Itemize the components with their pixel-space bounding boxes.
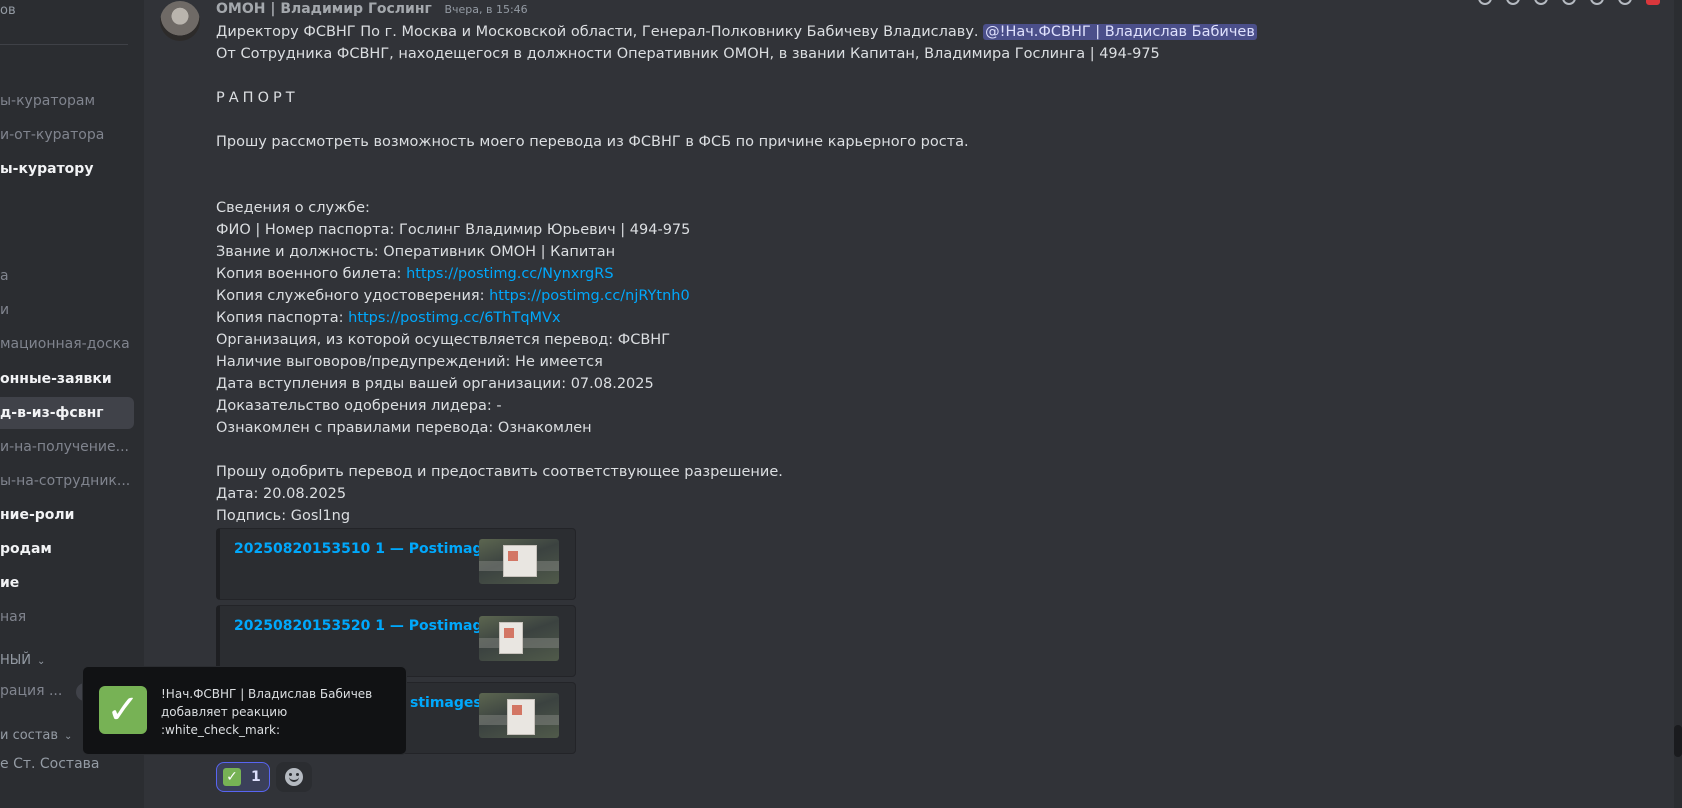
sidebar-top-text: ов xyxy=(0,3,16,18)
line-text: Копия паспорта: xyxy=(216,310,349,326)
message-line: Ознакомлен с правилами перевода: Ознаком… xyxy=(216,420,592,436)
white-check-mark-icon: ✓ xyxy=(99,686,147,734)
message-line: Прошу рассмотреть возможность моего пере… xyxy=(216,134,969,150)
chevron-down-icon: ⌄ xyxy=(36,656,46,667)
scrollbar[interactable] xyxy=(1674,0,1682,808)
sidebar-channel[interactable]: родам xyxy=(0,533,134,565)
message-toolbar xyxy=(1478,0,1660,6)
sidebar-channel[interactable]: мационная-доска xyxy=(0,328,134,360)
chevron-down-icon: ⌄ xyxy=(64,731,73,742)
sidebar-channel[interactable]: а xyxy=(0,260,134,292)
notification-action: добавляет реакцию xyxy=(161,705,288,719)
line-text: Копия служебного удостоверения: xyxy=(216,288,490,304)
sidebar-category[interactable]: НЫЙ ⌄ xyxy=(0,653,45,668)
line-text: Директору ФСВНГ По г. Москва и Московско… xyxy=(216,24,984,40)
message-line: ФИО | Номер паспорта: Гослинг Владимир Ю… xyxy=(216,222,691,238)
notification-text: !Нач.ФСВНГ | Владислав Бабичев добавляет… xyxy=(161,685,401,739)
user-mention[interactable]: @!Нач.ФСВНГ | Владислав Бабичев xyxy=(983,24,1257,40)
category-label: и состав xyxy=(0,728,59,743)
message-content: Директору ФСВНГ По г. Москва и Московско… xyxy=(216,21,1316,527)
raport-heading: РАПОРТ xyxy=(216,90,299,106)
message-line: Директору ФСВНГ По г. Москва и Московско… xyxy=(216,21,1316,43)
message-header: ОМОН | Владимир Гослинг Вчера, в 15:46 xyxy=(216,0,528,20)
line-text: Копия военного билета: xyxy=(216,266,407,282)
sidebar-channel[interactable]: ы-кураторам xyxy=(0,85,134,117)
sidebar-channel[interactable]: и-на-получение... xyxy=(0,431,134,463)
reaction-count: 1 xyxy=(251,769,261,785)
message-line: Дата: 20.08.2025 xyxy=(216,486,347,502)
sidebar-channel[interactable]: ы-на-сотрудник... xyxy=(0,465,134,497)
reply-icon[interactable] xyxy=(1590,0,1604,5)
passport-link[interactable]: https://postimg.cc/6ThTqMVx xyxy=(348,310,560,326)
embed-title-link[interactable]: 20250820153510 1 — Postimages xyxy=(234,541,500,557)
message-line: Наличие выговоров/предупреждений: Не име… xyxy=(216,354,603,370)
message-timestamp: Вчера, в 15:46 xyxy=(444,3,528,16)
delete-icon[interactable] xyxy=(1646,0,1660,5)
star-icon[interactable] xyxy=(1534,0,1548,5)
edit-icon[interactable] xyxy=(1618,0,1632,5)
sidebar-category[interactable]: и состав ⌄ xyxy=(0,728,72,743)
message-line: Организация, из которой осуществляется п… xyxy=(216,332,671,348)
embed-title-link[interactable]: 20250820153520 1 — Postimages xyxy=(234,618,500,634)
embed-thumbnail[interactable] xyxy=(479,539,559,584)
message-line: Копия военного билета: https://postimg.c… xyxy=(216,263,1316,285)
link-embed: 20250820153510 1 — Postimages xyxy=(216,528,576,600)
tag-icon[interactable] xyxy=(1562,0,1576,5)
reaction-notification[interactable]: ✓ !Нач.ФСВНГ | Владислав Бабичев добавля… xyxy=(82,666,407,755)
smiley-icon xyxy=(285,768,303,786)
sidebar-channel[interactable]: и xyxy=(0,294,134,326)
military-id-link[interactable]: https://postimg.cc/NynxrgRS xyxy=(406,266,613,282)
message-line: Сведения о службе: xyxy=(216,200,370,216)
add-reaction-button[interactable] xyxy=(276,762,312,792)
author-avatar[interactable] xyxy=(160,1,200,41)
embed-thumbnail[interactable] xyxy=(479,693,559,738)
scrollbar-thumb[interactable] xyxy=(1674,725,1682,757)
message-line: Звание и должность: Оперативник ОМОН | К… xyxy=(216,244,616,260)
embed-thumbnail[interactable] xyxy=(479,616,559,661)
bell-icon[interactable] xyxy=(1506,0,1520,5)
category-label: НЫЙ xyxy=(0,653,31,668)
sidebar-channel[interactable]: и-от-куратора xyxy=(0,119,134,151)
notification-emoji-code: :white_check_mark: xyxy=(161,723,280,737)
author-name[interactable]: ОМОН | Владимир Гослинг xyxy=(216,1,432,17)
sidebar-channel[interactable]: ние-роли xyxy=(0,499,134,531)
message-line: Копия паспорта: https://postimg.cc/6ThTq… xyxy=(216,307,1316,329)
sidebar-divider xyxy=(0,44,128,45)
sidebar-channel[interactable]: онные-заявки xyxy=(0,363,134,395)
message-line: Прошу одобрить перевод и предоставить со… xyxy=(216,464,783,480)
notification-user: !Нач.ФСВНГ | Владислав Бабичев xyxy=(161,687,373,701)
sidebar-channel[interactable]: ы-куратору xyxy=(0,153,134,185)
sidebar-channel-active[interactable]: д-в-из-фсвнг xyxy=(0,397,134,429)
sidebar-channel[interactable]: ие xyxy=(0,567,134,599)
reaction-checkmark[interactable]: ✓ 1 xyxy=(216,762,270,792)
white-check-mark-icon: ✓ xyxy=(223,768,241,786)
message-line: Доказательство одобрения лидера: - xyxy=(216,398,502,414)
message-line: Дата вступления в ряды вашей организации… xyxy=(216,376,654,392)
embed-title-link[interactable]: stimages xyxy=(410,695,482,711)
message-line: Копия служебного удостоверения: https://… xyxy=(216,285,1316,307)
service-id-link[interactable]: https://postimg.cc/njRYtnh0 xyxy=(489,288,690,304)
message-line: От Сотрудника ФСВНГ, находещегося в долж… xyxy=(216,46,1160,62)
sidebar-channel[interactable]: ная xyxy=(0,601,134,633)
message-line: Подпись: Gosl1ng xyxy=(216,508,351,524)
refresh-icon[interactable] xyxy=(1478,0,1492,5)
